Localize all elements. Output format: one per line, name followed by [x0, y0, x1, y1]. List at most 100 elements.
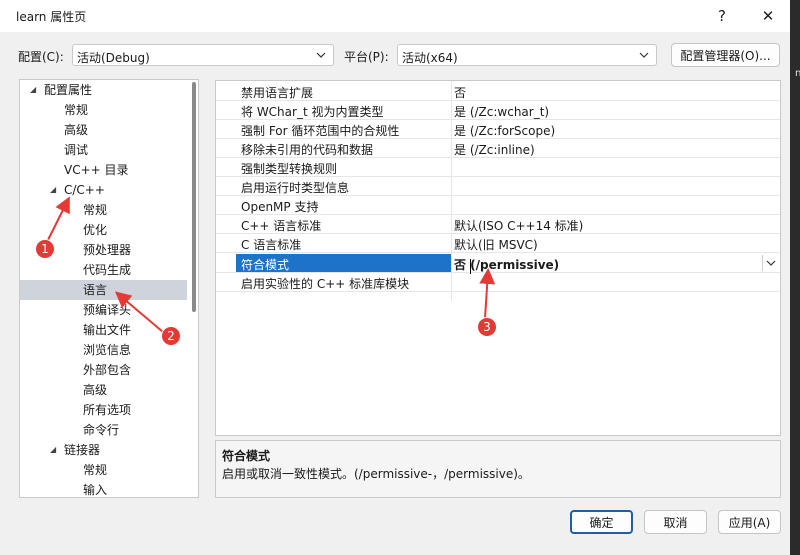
- tree-item-command-line[interactable]: 命令行: [20, 420, 187, 440]
- tree-item-label: 代码生成: [83, 263, 132, 277]
- tree-item-label: 高级: [64, 123, 89, 137]
- tree-item-label: 语言: [83, 283, 108, 297]
- category-tree: ◢ 配置属性 常规 高级 调试 VC++ 目录 ◢ C/C++ 常规 优化 预处…: [19, 79, 199, 498]
- property-row[interactable]: 将 WChar_t 视为内置类型 是 (/Zc:wchar_t): [216, 101, 780, 120]
- property-name: 启用实验性的 C++ 标准库模块: [241, 277, 410, 291]
- tree-item-general[interactable]: 常规: [20, 100, 187, 120]
- tree-item-browse-info[interactable]: 浏览信息: [20, 340, 187, 360]
- config-label: 配置(C):: [18, 50, 64, 64]
- value-dropdown-button[interactable]: [762, 255, 779, 271]
- tree-item-label: 常规: [83, 203, 108, 217]
- tree-item-label: 优化: [83, 223, 108, 237]
- property-pages-window: learn 属性页 ? ✕ 配置(C): 活动(Debug) 平台(P): 活动…: [0, 0, 790, 555]
- property-row[interactable]: 移除未引用的代码和数据 是 (/Zc:inline): [216, 139, 780, 158]
- cancel-button[interactable]: 取消: [644, 510, 707, 534]
- property-row[interactable]: 禁用语言扩展 否: [216, 82, 780, 101]
- property-row-selected[interactable]: 符合模式 否 (/permissive): [216, 254, 780, 273]
- property-name: C 语言标准: [241, 238, 302, 252]
- tree-item-label: 浏览信息: [83, 343, 132, 357]
- tree-item-label: VC++ 目录: [64, 163, 129, 177]
- tree-item-label: 链接器: [64, 443, 101, 457]
- property-value[interactable]: 是 (/Zc:inline): [454, 141, 535, 158]
- property-row[interactable]: 强制 For 循环范围中的合规性 是 (/Zc:forScope): [216, 120, 780, 139]
- tree-item-code-generation[interactable]: 代码生成: [20, 260, 187, 280]
- property-value[interactable]: 否: [454, 84, 466, 101]
- tree-item-language[interactable]: 语言: [20, 280, 187, 300]
- property-row[interactable]: C 语言标准 默认(旧 MSVC): [216, 234, 780, 253]
- description-text: 启用或取消一致性模式。(/permissive-，/permissive)。: [222, 467, 530, 481]
- annotation-badge-3: 3: [477, 317, 497, 337]
- tree-item-cpp-general[interactable]: 常规: [20, 200, 187, 220]
- property-name: 强制 For 循环范围中的合规性: [241, 124, 400, 138]
- property-name: 将 WChar_t 视为内置类型: [241, 105, 384, 119]
- expand-arrow-icon[interactable]: ◢: [50, 180, 56, 200]
- tree-item-label: 预处理器: [83, 243, 132, 257]
- title-bar: learn 属性页 ? ✕: [0, 0, 790, 32]
- tree-item-linker[interactable]: ◢ 链接器: [20, 440, 187, 460]
- expand-arrow-icon[interactable]: ◢: [30, 80, 36, 100]
- tree-item-config-properties[interactable]: ◢ 配置属性: [20, 80, 187, 100]
- close-button[interactable]: ✕: [753, 4, 783, 28]
- property-row[interactable]: C++ 语言标准 默认(ISO C++14 标准): [216, 215, 780, 234]
- tree-item-label: 命令行: [83, 423, 120, 437]
- tree-item-advanced[interactable]: 高级: [20, 120, 187, 140]
- tree-item-label: C/C++: [64, 183, 105, 197]
- chevron-down-icon: [316, 52, 326, 58]
- property-value[interactable]: 是 (/Zc:wchar_t): [454, 103, 549, 120]
- config-value: 活动(Debug): [77, 51, 150, 65]
- tree-item-label: 常规: [83, 463, 108, 477]
- tree-scrollbar[interactable]: [192, 82, 196, 312]
- tree-item-cpp[interactable]: ◢ C/C++: [20, 180, 187, 200]
- tree-item-label: 所有选项: [83, 403, 132, 417]
- apply-button[interactable]: 应用(A): [718, 510, 781, 534]
- tree-item-label: 预编译头: [83, 303, 132, 317]
- property-name: 禁用语言扩展: [241, 86, 314, 100]
- tree-item-label: 常规: [64, 103, 89, 117]
- property-name: 强制类型转换规则: [241, 162, 338, 176]
- tree-item-cpp-advanced[interactable]: 高级: [20, 380, 187, 400]
- property-name: 移除未引用的代码和数据: [241, 143, 374, 157]
- window-title: learn 属性页: [16, 10, 87, 24]
- description-panel: 符合模式 启用或取消一致性模式。(/permissive-，/permissiv…: [215, 440, 781, 498]
- tree-item-debugging[interactable]: 调试: [20, 140, 187, 160]
- platform-dropdown[interactable]: 活动(x64): [397, 44, 657, 66]
- tree-item-precompiled-headers[interactable]: 预编译头: [20, 300, 187, 320]
- chevron-down-icon: [766, 260, 776, 266]
- tree-item-label: 配置属性: [44, 83, 93, 97]
- property-value[interactable]: 默认(旧 MSVC): [454, 236, 538, 253]
- annotation-badge-1: 1: [35, 239, 55, 259]
- description-title: 符合模式: [222, 449, 271, 463]
- tree-item-label: 调试: [64, 143, 89, 157]
- tree-item-all-options[interactable]: 所有选项: [20, 400, 187, 420]
- property-name: 符合模式: [241, 258, 290, 272]
- config-dropdown[interactable]: 活动(Debug): [72, 44, 334, 66]
- platform-value: 活动(x64): [402, 51, 458, 65]
- tree-item-label: 输入: [83, 483, 108, 497]
- expand-arrow-icon[interactable]: ◢: [50, 440, 56, 460]
- property-row[interactable]: 启用运行时类型信息: [216, 177, 780, 196]
- property-name: C++ 语言标准: [241, 219, 322, 233]
- property-row[interactable]: OpenMP 支持: [216, 196, 780, 215]
- property-value[interactable]: 是 (/Zc:forScope): [454, 122, 555, 139]
- ok-button[interactable]: 确定: [570, 510, 633, 534]
- property-value[interactable]: 默认(ISO C++14 标准): [454, 217, 583, 234]
- tree-item-external-includes[interactable]: 外部包含: [20, 360, 187, 380]
- property-row[interactable]: 启用实验性的 C++ 标准库模块: [216, 273, 780, 292]
- tree-item-linker-input[interactable]: 输入: [20, 480, 187, 497]
- property-name: 启用运行时类型信息: [241, 181, 350, 195]
- tree-item-optimization[interactable]: 优化: [20, 220, 187, 240]
- config-manager-button[interactable]: 配置管理器(O)...: [671, 43, 780, 67]
- tree-item-linker-general[interactable]: 常规: [20, 460, 187, 480]
- annotation-badge-2: 2: [161, 326, 181, 346]
- text-caret: [470, 259, 471, 274]
- property-grid: 禁用语言扩展 否 将 WChar_t 视为内置类型 是 (/Zc:wchar_t…: [215, 80, 781, 436]
- chevron-down-icon: [639, 52, 649, 58]
- help-button[interactable]: ?: [707, 4, 737, 28]
- property-row[interactable]: 强制类型转换规则: [216, 158, 780, 177]
- tree-item-vc-directories[interactable]: VC++ 目录: [20, 160, 187, 180]
- tree-item-label: 外部包含: [83, 363, 132, 377]
- background-text-fragment: n: [795, 68, 800, 79]
- property-name: OpenMP 支持: [241, 200, 319, 214]
- tree-item-label: 高级: [83, 383, 108, 397]
- tree-item-label: 输出文件: [83, 323, 132, 337]
